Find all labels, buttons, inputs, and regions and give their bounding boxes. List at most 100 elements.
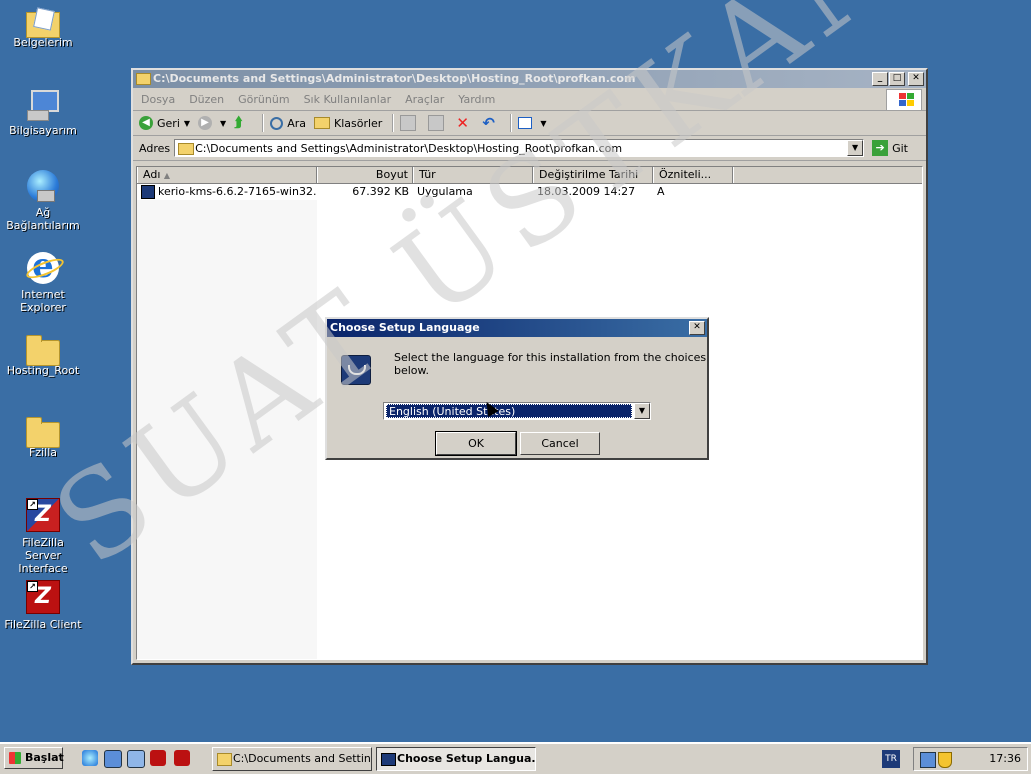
dialog-close-button[interactable]: ✕ <box>689 321 705 335</box>
column-header-attributes[interactable]: Özniteli... <box>653 167 733 183</box>
system-tray: TR 17:36 <box>882 747 1028 771</box>
undo-icon: ↶ <box>482 114 495 132</box>
menu-bar: Dosya Düzen Görünüm Sık Kullanılanlar Ar… <box>133 88 926 111</box>
desktop-icon-my-computer[interactable]: Bilgisayarım <box>4 88 82 137</box>
dialog-message: Select the language for this installatio… <box>394 351 707 377</box>
search-button[interactable]: Ara <box>270 116 306 130</box>
desktop-icon-my-documents[interactable]: Belgelerim <box>4 6 82 49</box>
desktop-icon-internet-explorer[interactable]: e Internet Explorer <box>4 246 82 314</box>
start-button[interactable]: Başlat <box>4 747 64 769</box>
folder-icon <box>136 73 151 85</box>
up-arrow-icon: ⮭ <box>234 115 243 131</box>
quicklaunch-explorer-icon[interactable] <box>104 750 122 768</box>
task-setup-dialog[interactable]: Choose Setup Langua... <box>376 747 536 771</box>
setup-icon <box>381 753 396 766</box>
setup-icon <box>341 355 371 385</box>
views-button[interactable]: ▼ <box>518 117 546 129</box>
desktop-icon-filezilla-client[interactable]: Z ↗ FileZilla Client <box>4 580 82 631</box>
desktop-icon-label: Ağ Bağlantılarım <box>6 206 80 232</box>
file-name-cell[interactable]: kerio-kms-6.6.2-7165-win32.... <box>137 184 317 200</box>
cancel-button[interactable]: Cancel <box>520 432 600 455</box>
folder-icon <box>178 143 195 155</box>
copy-to-button[interactable] <box>428 115 448 131</box>
menu-view[interactable]: Görünüm <box>238 93 289 106</box>
minimize-button[interactable]: _ <box>872 72 888 86</box>
desktop-icon-label: FileZilla Client <box>4 618 82 631</box>
delete-button[interactable]: ✕ <box>456 114 474 132</box>
file-row[interactable]: kerio-kms-6.6.2-7165-win32.... 67.392 KB… <box>137 184 733 200</box>
column-header-size[interactable]: Boyut <box>317 167 413 183</box>
go-arrow-icon: ➔ <box>872 140 889 156</box>
network-tray-icon[interactable] <box>920 752 936 768</box>
column-header-type[interactable]: Tür <box>413 167 533 183</box>
up-folder-button[interactable]: ⮭ <box>234 116 252 130</box>
menu-help[interactable]: Yardım <box>458 93 495 106</box>
sort-ascending-icon: ▲ <box>163 171 171 180</box>
address-bar: Adres C:\Documents and Settings\Administ… <box>133 136 926 161</box>
menu-tools[interactable]: Araçlar <box>405 93 444 106</box>
quicklaunch-show-desktop-icon[interactable] <box>127 750 145 768</box>
folder-icon <box>26 335 60 366</box>
forward-arrow-icon: ▶ <box>198 116 213 130</box>
search-icon <box>270 116 284 130</box>
name-column-shade <box>137 184 317 659</box>
task-explorer[interactable]: C:\Documents and Settin... <box>212 747 372 771</box>
address-value: C:\Documents and Settings\Administrator\… <box>195 141 623 155</box>
desktop-icon-label: FileZilla Server Interface <box>18 536 68 575</box>
dialog-titlebar[interactable]: Choose Setup Language ✕ <box>327 319 707 337</box>
desktop-icon-network[interactable]: Ağ Bağlantılarım <box>4 170 82 232</box>
views-icon <box>518 117 533 129</box>
desktop-icon-filezilla-server[interactable]: Z ↗ FileZilla Server Interface <box>4 498 82 575</box>
window-title: C:\Documents and Settings\Administrator\… <box>153 72 636 85</box>
move-to-icon <box>400 115 417 131</box>
menu-file[interactable]: Dosya <box>141 93 175 106</box>
quicklaunch-filezilla-icon[interactable] <box>150 750 166 766</box>
standard-toolbar: ◀ Geri ▼ ▶ ▼ ⮭ Ara Klasörler ✕ ↶ ▼ <box>133 111 926 136</box>
explorer-titlebar[interactable]: C:\Documents and Settings\Administrator\… <box>133 70 926 88</box>
desktop-icon-hosting-root[interactable]: Hosting_Root <box>4 334 82 377</box>
menu-favorites[interactable]: Sık Kullanılanlar <box>304 93 392 106</box>
back-arrow-icon: ◀ <box>139 116 153 130</box>
dialog-title: Choose Setup Language <box>330 321 480 334</box>
maximize-button[interactable]: □ <box>889 72 905 86</box>
folders-button[interactable]: Klasörler <box>313 117 382 130</box>
back-button[interactable]: ◀ Geri ▼ <box>139 116 190 130</box>
copy-to-icon <box>428 115 445 131</box>
clock[interactable]: 17:36 <box>989 748 1021 770</box>
file-modified-cell: 18.03.2009 14:27 <box>537 185 636 198</box>
move-to-button[interactable] <box>400 115 420 131</box>
windows-flag-icon <box>9 752 21 764</box>
column-header-name[interactable]: Adı ▲ <box>137 167 317 183</box>
language-select[interactable]: English (United States) ▼ <box>383 402 651 420</box>
desktop-icon-label: Bilgisayarım <box>9 124 77 137</box>
folder-icon <box>26 417 60 448</box>
forward-button[interactable]: ▶ ▼ <box>198 116 226 130</box>
security-shield-icon[interactable] <box>938 752 952 768</box>
go-button[interactable]: ➔ Git <box>872 140 908 156</box>
desktop-icon-fzilla[interactable]: Fzilla <box>4 416 82 459</box>
menu-edit[interactable]: Düzen <box>189 93 224 106</box>
desktop-icon-label: Internet Explorer <box>20 288 66 314</box>
taskbar: Başlat C:\Documents and Settin... Choose… <box>0 742 1031 774</box>
file-attr-cell: A <box>657 185 665 198</box>
column-header-modified[interactable]: Değiştirilme Tarihi <box>533 167 653 183</box>
file-size-cell: 67.392 KB <box>352 185 409 198</box>
setup-language-dialog: Choose Setup Language ✕ Select the langu… <box>325 317 709 460</box>
chevron-down-icon[interactable]: ▼ <box>847 140 864 156</box>
network-icon <box>27 170 59 202</box>
close-button[interactable]: ✕ <box>908 72 924 86</box>
undo-button[interactable]: ↶ <box>482 114 500 132</box>
installer-icon <box>141 185 155 199</box>
quicklaunch-ie-icon[interactable] <box>82 750 98 766</box>
address-input[interactable]: C:\Documents and Settings\Administrator\… <box>174 139 865 157</box>
quicklaunch-filezilla-icon[interactable] <box>174 750 190 766</box>
delete-x-icon: ✕ <box>456 114 469 132</box>
file-type-cell: Uygulama <box>417 185 473 198</box>
language-indicator[interactable]: TR <box>882 750 900 768</box>
chevron-down-icon[interactable]: ▼ <box>634 403 650 419</box>
chevron-down-icon: ▼ <box>540 118 547 128</box>
ok-button[interactable]: OK <box>435 431 517 456</box>
column-headers: Adı ▲ Boyut Tür Değiştirilme Tarihi Özni… <box>137 167 922 184</box>
language-selected-value: English (United States) <box>386 404 632 418</box>
chevron-down-icon: ▼ <box>220 118 227 128</box>
